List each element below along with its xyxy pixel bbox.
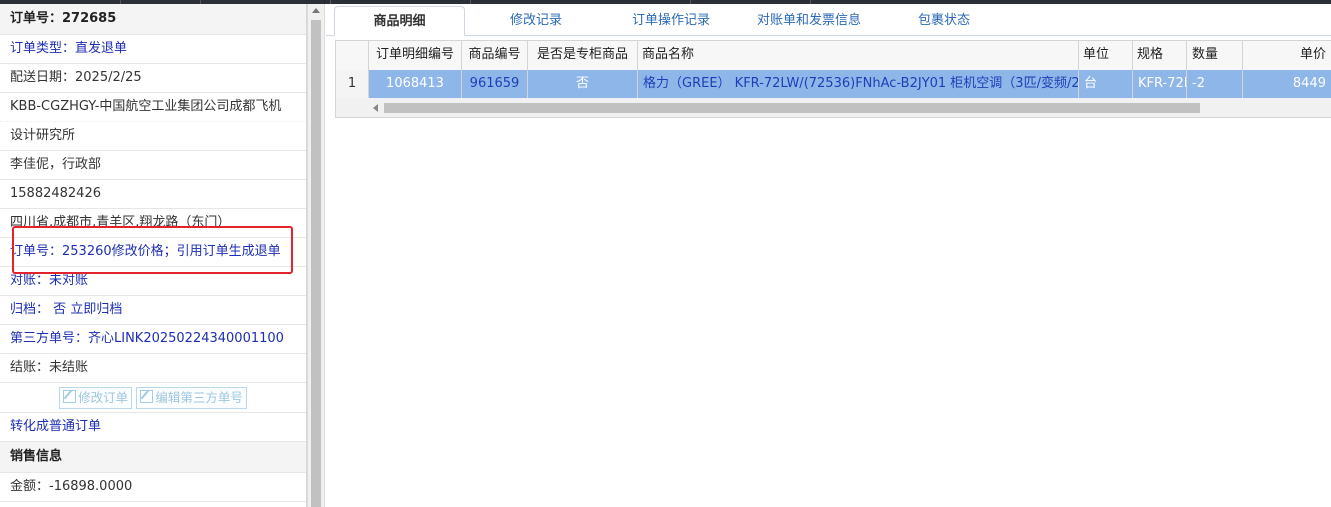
cell-detail-no[interactable]: 1068413 xyxy=(369,70,462,98)
tab-statement-invoice[interactable]: 对账单和发票信息 xyxy=(744,6,874,35)
header-is-counter[interactable]: 是否是专柜商品 xyxy=(528,41,638,70)
edit-icon xyxy=(140,390,154,403)
header-spec[interactable]: 规格 xyxy=(1133,41,1187,70)
convert-to-normal-order-link[interactable]: 转化成普通订单 xyxy=(0,413,306,442)
cell-product-name[interactable]: 格力（GREE） KFR-72LW/(72536)FNhAc-B2JY01 柜机… xyxy=(638,70,1079,98)
cell-product-no[interactable]: 961659 xyxy=(462,70,528,98)
header-qty[interactable]: 数量 xyxy=(1187,41,1243,70)
order-number-header: 订单号：272685 xyxy=(0,4,306,35)
tab-product-details[interactable]: 商品明细 xyxy=(334,6,465,36)
scroll-up-icon[interactable] xyxy=(312,8,320,13)
archive-now-link[interactable]: 立即归档 xyxy=(70,302,122,317)
header-price[interactable]: 单价 xyxy=(1243,41,1331,70)
horizontal-scrollbar-thumb[interactable] xyxy=(384,103,1200,113)
edit-third-party-button[interactable]: 编辑第三方单号 xyxy=(136,387,247,409)
cell-unit[interactable]: 台 xyxy=(1079,70,1133,98)
tab-bar: 商品明细 修改记录 订单操作记录 对账单和发票信息 包裹状态 xyxy=(326,4,1331,36)
amount: 金额：-16898.0000 xyxy=(0,473,306,502)
product-grid: 订单明细编号 商品编号 是否是专柜商品 商品名称 单位 规格 数量 单价 1 1… xyxy=(335,40,1331,118)
action-buttons: 修改订单 编辑第三方单号 xyxy=(0,383,306,413)
scrollbar-thumb[interactable] xyxy=(311,20,321,507)
row-number: 1 xyxy=(336,70,369,98)
reconcile-status: 对账：未对账 xyxy=(0,267,306,296)
header-detail-no[interactable]: 订单明细编号 xyxy=(369,41,462,70)
phone-number: 15882482426 xyxy=(0,180,306,209)
order-info-panel: 订单号：272685 订单类型：直发退单 配送日期：2025/2/25 KBB-… xyxy=(0,4,307,507)
archive-row: 归档： 否 立即归档 xyxy=(0,296,306,325)
order-type: 订单类型：直发退单 xyxy=(0,35,306,64)
third-party-number: 第三方单号：齐心LINK20250224340001100 xyxy=(0,325,306,354)
address: 四川省,成都市,青羊区,翔龙路（东门） xyxy=(0,209,306,238)
table-row[interactable]: 1 1068413 961659 否 格力（GREE） KFR-72LW/(72… xyxy=(336,70,1331,98)
tab-package-status[interactable]: 包裹状态 xyxy=(898,6,990,35)
main-content: 商品明细 修改记录 订单操作记录 对账单和发票信息 包裹状态 订单明细编号 商品… xyxy=(326,4,1331,507)
grid-header: 订单明细编号 商品编号 是否是专柜商品 商品名称 单位 规格 数量 单价 xyxy=(336,41,1331,71)
left-panel-scrollbar[interactable] xyxy=(307,4,325,507)
archive-value: 否 xyxy=(53,302,67,317)
reference-order-note: 订单号：253260修改价格；引用订单生成退单 xyxy=(0,238,306,267)
header-product-no[interactable]: 商品编号 xyxy=(462,41,528,70)
grid-horizontal-scrollbar[interactable] xyxy=(336,98,1331,117)
customer-name-line2: 设计研究所 xyxy=(0,122,306,151)
cell-price[interactable]: 8449 xyxy=(1243,70,1331,98)
cell-is-counter[interactable]: 否 xyxy=(528,70,638,98)
header-row-number xyxy=(336,41,369,70)
header-unit[interactable]: 单位 xyxy=(1079,41,1133,70)
cell-spec[interactable]: KFR-72LW xyxy=(1133,70,1187,98)
header-product-name[interactable]: 商品名称 xyxy=(638,41,1079,70)
tab-modification-log[interactable]: 修改记录 xyxy=(486,6,586,35)
cell-qty[interactable]: -2 xyxy=(1187,70,1243,98)
edit-order-button[interactable]: 修改订单 xyxy=(59,387,133,409)
edit-icon xyxy=(63,390,77,403)
delivery-date: 配送日期：2025/2/25 xyxy=(0,64,306,93)
customer-name-line1: KBB-CGZHGY-中国航空工业集团公司成都飞机 xyxy=(0,93,306,122)
sales-info-header: 销售信息 xyxy=(0,442,306,473)
settle-status: 结账：未结账 xyxy=(0,354,306,383)
scroll-left-icon[interactable] xyxy=(373,104,378,112)
archive-label: 归档： xyxy=(10,302,50,317)
contact-person: 李佳伲，行政部 xyxy=(0,151,306,180)
tab-order-operation-log[interactable]: 订单操作记录 xyxy=(616,6,726,35)
